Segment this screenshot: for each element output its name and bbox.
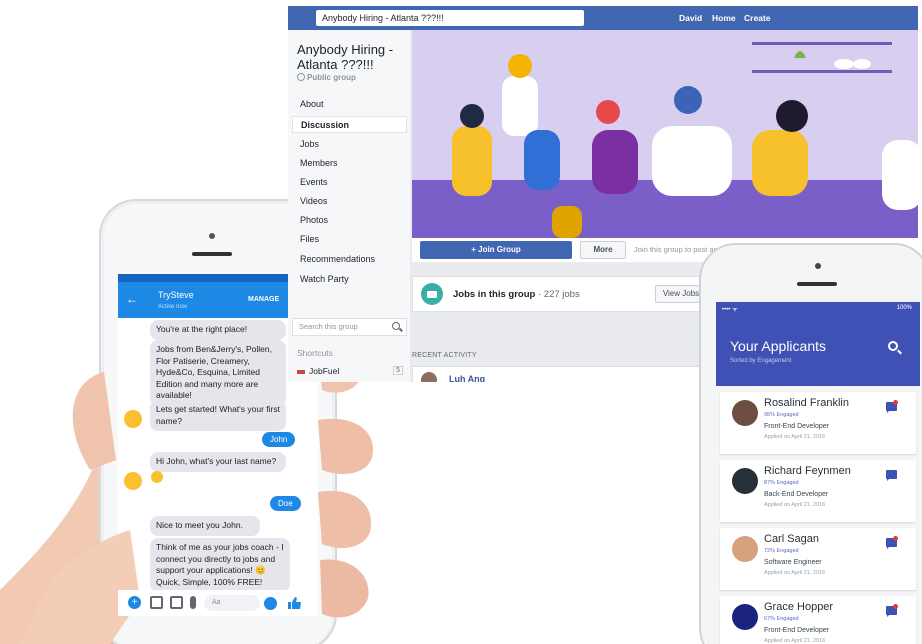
applicant-role: Front-End Developer — [764, 627, 829, 634]
applicant-name: Carl Sagan — [764, 533, 820, 545]
carrier-signal: •••• ᯤ — [722, 307, 738, 313]
unread-dot — [893, 400, 898, 405]
applicants-app-screen: •••• ᯤ 100% Your Applicants Sorted by En… — [716, 302, 920, 644]
applied-date: Applied on April 21, 2016 — [764, 638, 826, 644]
avatar — [732, 604, 758, 630]
avatar — [732, 400, 758, 426]
engagement-label: 95% Engaged — [764, 412, 799, 418]
message-icon[interactable] — [886, 470, 897, 481]
engagement-label: 87% Engaged — [764, 480, 799, 486]
applicant-name: Rosalind Franklin — [764, 397, 849, 409]
applicant-name: Richard Feynmen — [764, 465, 851, 477]
page-subtitle: Sorted by Engagement — [730, 358, 792, 364]
applicant-card[interactable]: Rosalind Franklin 95% Engaged Front-End … — [720, 392, 916, 454]
applicant-card[interactable]: Carl Sagan 72% Engaged Software Engineer… — [720, 528, 916, 590]
applicant-role: Software Engineer — [764, 559, 822, 566]
applicant-role: Front-End Developer — [764, 423, 829, 430]
unread-dot — [893, 604, 898, 609]
engagement-label: 72% Engaged — [764, 548, 799, 554]
page-title: Your Applicants — [730, 338, 826, 354]
engagement-label: 67% Engaged — [764, 616, 799, 622]
search-icon[interactable] — [888, 341, 898, 351]
app-header: Your Applicants Sorted by Engagement — [716, 316, 920, 386]
applicant-card[interactable]: Richard Feynmen 87% Engaged Back-End Dev… — [720, 460, 916, 522]
applied-date: Applied on April 21, 2016 — [764, 502, 826, 508]
applied-date: Applied on April 21, 2016 — [764, 434, 826, 440]
applicant-role: Back-End Developer — [764, 491, 829, 498]
battery-level: 100% — [896, 305, 912, 311]
status-bar: •••• ᯤ 100% — [716, 302, 920, 316]
applicant-card[interactable]: Grace Hopper 67% Engaged Front-End Devel… — [720, 596, 916, 644]
applied-date: Applied on April 21, 2016 — [764, 570, 826, 576]
avatar — [732, 536, 758, 562]
unread-dot — [893, 536, 898, 541]
applicant-name: Grace Hopper — [764, 601, 834, 613]
avatar — [732, 468, 758, 494]
